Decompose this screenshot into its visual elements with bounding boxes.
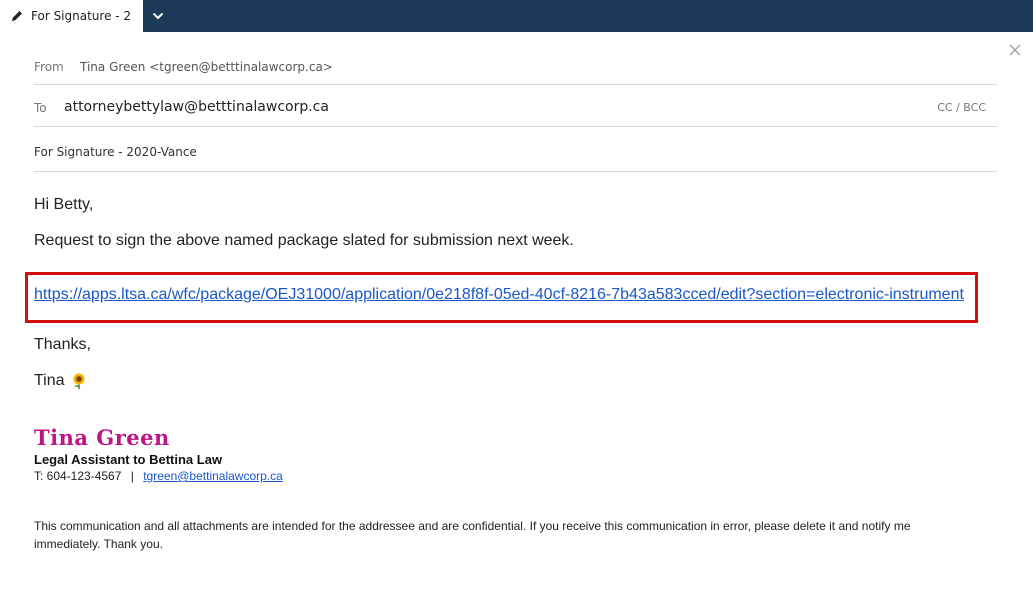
sunflower-icon: [71, 373, 87, 389]
chevron-down-icon[interactable]: [143, 0, 173, 32]
subject-row[interactable]: For Signature - 2020-Vance: [34, 127, 997, 172]
signature-phone: T: 604-123-4567: [34, 469, 122, 483]
signature-separator: |: [130, 469, 134, 483]
from-row: From Tina Green <tgreen@betttinalawcorp.…: [34, 52, 997, 85]
signature-role: Legal Assistant to Bettina Law: [34, 452, 223, 467]
compose-tab[interactable]: For Signature - 2020-Vance: [0, 0, 143, 32]
to-label: To: [34, 101, 47, 115]
signature-email-link[interactable]: tgreen@bettinalawcorp.ca: [143, 469, 283, 483]
sign-off-name: Tina: [34, 372, 65, 389]
thanks-text: Thanks,: [34, 336, 91, 353]
pencil-icon: [10, 9, 24, 23]
signature-contact: T: 604-123-4567 | tgreen@bettinalawcorp.…: [34, 469, 289, 483]
cc-bcc-button[interactable]: CC / BCC: [937, 101, 986, 114]
package-link[interactable]: https://apps.ltsa.ca/wfc/package/OEJ3100…: [34, 286, 964, 304]
subject-field[interactable]: For Signature - 2020-Vance: [34, 145, 197, 159]
signature-name: Tina Green: [34, 425, 170, 450]
tab-bar: For Signature - 2020-Vance: [0, 0, 1033, 32]
to-row[interactable]: To attorneybettylaw@betttinalawcorp.ca C…: [34, 85, 997, 127]
request-text: Request to sign the above named package …: [34, 232, 574, 249]
close-icon[interactable]: [1007, 42, 1023, 58]
from-value: Tina Green <tgreen@betttinalawcorp.ca>: [80, 60, 333, 74]
sign-off: Tina: [34, 372, 87, 390]
from-label: From: [34, 60, 64, 74]
greeting-text: Hi Betty,: [34, 196, 94, 213]
tab-title: For Signature - 2020-Vance: [31, 9, 131, 23]
to-recipient[interactable]: attorneybettylaw@betttinalawcorp.ca: [64, 99, 329, 115]
confidentiality-disclaimer: This communication and all attachments a…: [34, 519, 911, 551]
